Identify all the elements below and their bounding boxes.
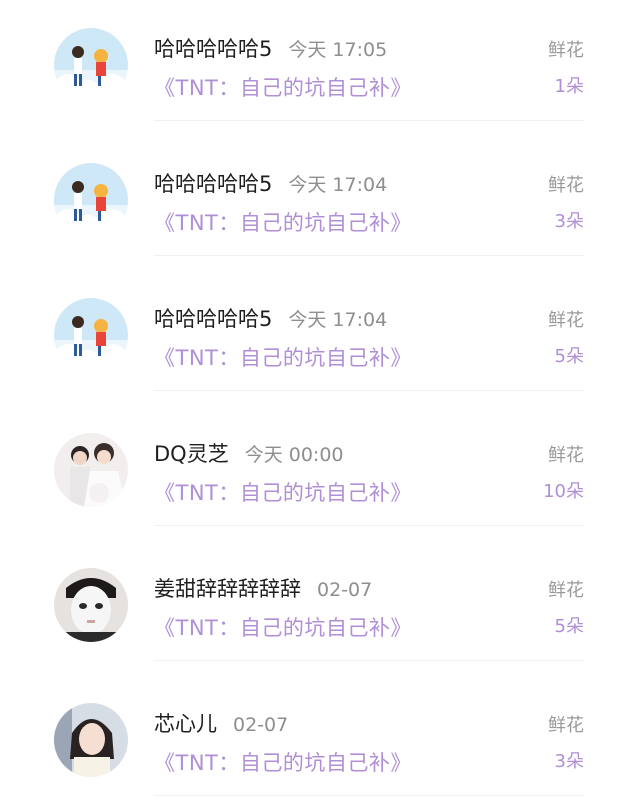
book-title[interactable]: 《TNT：自己的坑自己补》: [154, 612, 412, 642]
gift-type-label: 鲜花: [548, 715, 584, 736]
user-name[interactable]: 哈哈哈哈哈5: [154, 33, 272, 63]
divider: [154, 390, 584, 391]
girl-photo-avatar[interactable]: [54, 703, 128, 777]
gift-record-row[interactable]: DQ灵芝 今天 00:00 《TNT：自己的坑自己补》 鲜花 10朵: [0, 405, 640, 540]
book-title[interactable]: 《TNT：自己的坑自己补》: [154, 477, 412, 507]
face-mask-photo-avatar[interactable]: [54, 568, 128, 642]
name-line: 姜甜辞辞辞辞辞 02-07: [154, 573, 372, 603]
name-line: DQ灵芝 今天 00:00: [154, 438, 344, 468]
gift-type-label: 鲜花: [548, 175, 584, 196]
divider: [154, 660, 584, 661]
name-line: 哈哈哈哈哈5 今天 17:04: [154, 303, 387, 333]
divider: [154, 120, 584, 121]
book-title[interactable]: 《TNT：自己的坑自己补》: [154, 72, 412, 102]
gift-count: 5朵: [554, 346, 584, 367]
name-line: 哈哈哈哈哈5 今天 17:05: [154, 33, 387, 63]
user-name[interactable]: 芯心儿: [154, 708, 217, 738]
timestamp: 今天 00:00: [244, 444, 344, 466]
user-name[interactable]: 哈哈哈哈哈5: [154, 303, 272, 333]
anime-avatar[interactable]: [54, 298, 128, 372]
gift-type-label: 鲜花: [548, 40, 584, 61]
gift-type-label: 鲜花: [548, 310, 584, 331]
gift-count: 10朵: [543, 481, 584, 502]
divider: [154, 255, 584, 256]
anime-avatar[interactable]: [54, 163, 128, 237]
book-title[interactable]: 《TNT：自己的坑自己补》: [154, 342, 412, 372]
timestamp: 02-07: [317, 579, 373, 601]
user-name[interactable]: DQ灵芝: [154, 438, 229, 468]
user-name[interactable]: 姜甜辞辞辞辞辞: [154, 573, 301, 603]
timestamp: 02-07: [233, 714, 289, 736]
gift-record-row[interactable]: 哈哈哈哈哈5 今天 17:04 《TNT：自己的坑自己补》 鲜花 5朵: [0, 270, 640, 405]
gift-record-row[interactable]: 芯心儿 02-07 《TNT：自己的坑自己补》 鲜花 3朵: [0, 675, 640, 810]
gift-count: 3朵: [554, 211, 584, 232]
timestamp: 今天 17:04: [288, 309, 388, 331]
name-line: 芯心儿 02-07: [154, 708, 288, 738]
name-line: 哈哈哈哈哈5 今天 17:04: [154, 168, 387, 198]
couple-photo-avatar[interactable]: [54, 433, 128, 507]
book-title[interactable]: 《TNT：自己的坑自己补》: [154, 207, 412, 237]
gift-record-row[interactable]: 哈哈哈哈哈5 今天 17:04 《TNT：自己的坑自己补》 鲜花 3朵: [0, 135, 640, 270]
gift-record-row[interactable]: 哈哈哈哈哈5 今天 17:05 《TNT：自己的坑自己补》 鲜花 1朵: [0, 0, 640, 135]
gift-count: 5朵: [554, 616, 584, 637]
gift-record-row[interactable]: 姜甜辞辞辞辞辞 02-07 《TNT：自己的坑自己补》 鲜花 5朵: [0, 540, 640, 675]
anime-avatar[interactable]: [54, 28, 128, 102]
gift-record-list: 哈哈哈哈哈5 今天 17:05 《TNT：自己的坑自己补》 鲜花 1朵 哈哈哈哈…: [0, 0, 640, 797]
gift-type-label: 鲜花: [548, 445, 584, 466]
user-name[interactable]: 哈哈哈哈哈5: [154, 168, 272, 198]
timestamp: 今天 17:04: [288, 174, 388, 196]
book-title[interactable]: 《TNT：自己的坑自己补》: [154, 747, 412, 777]
gift-type-label: 鲜花: [548, 580, 584, 601]
gift-count: 3朵: [554, 751, 584, 772]
gift-count: 1朵: [554, 76, 584, 97]
divider: [154, 525, 584, 526]
divider: [154, 795, 584, 796]
timestamp: 今天 17:05: [288, 39, 388, 61]
